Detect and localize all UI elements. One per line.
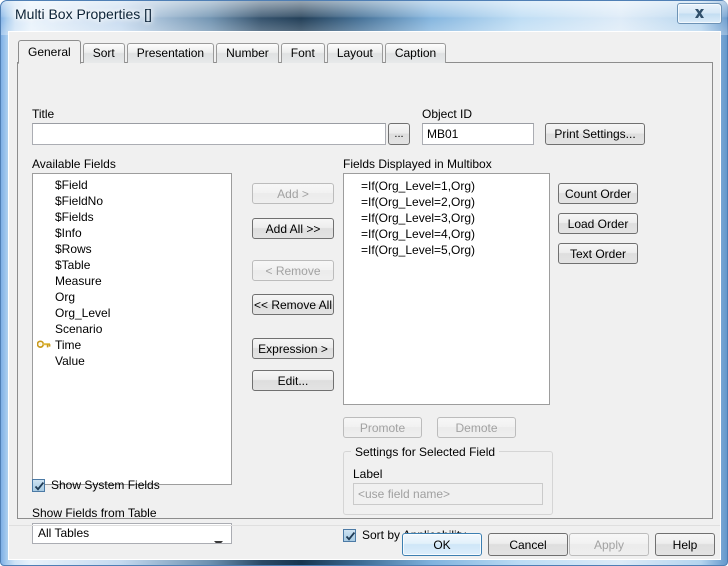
show-fields-from-table-select[interactable]: All Tables [32, 523, 232, 544]
field-label-input[interactable]: <use field name> [353, 483, 543, 505]
add-all-button[interactable]: Add All >> [252, 218, 334, 239]
available-field-name: $Field [55, 178, 88, 192]
help-button[interactable]: Help [655, 533, 715, 556]
available-field-name: Time [55, 338, 82, 352]
checkbox-box [343, 528, 356, 542]
show-system-fields-label: Show System Fields [51, 478, 160, 492]
chevron-down-icon [214, 533, 223, 543]
tab-caption[interactable]: Caption [384, 43, 447, 63]
list-item[interactable]: =If(Org_Level=1,Org) [344, 178, 549, 194]
apply-button[interactable]: Apply [569, 533, 649, 556]
remove-all-button[interactable]: << Remove All [252, 294, 334, 315]
list-item[interactable]: $Fields [33, 209, 231, 225]
ok-button[interactable]: OK [402, 533, 482, 556]
list-item[interactable]: =If(Org_Level=5,Org) [344, 242, 549, 258]
object-id-input[interactable]: MB01 [422, 123, 534, 145]
load-order-button[interactable]: Load Order [558, 213, 638, 234]
dialog-window: Multi Box Properties [] General Sort Pre… [0, 0, 728, 566]
list-item[interactable]: Measure [33, 273, 231, 289]
expression-button[interactable]: Expression > [252, 338, 334, 359]
check-icon [34, 481, 45, 491]
list-item[interactable]: $Info [33, 225, 231, 241]
key-icon [37, 340, 51, 348]
title-label: Title [32, 107, 55, 121]
displayed-fields-label: Fields Displayed in Multibox [343, 157, 492, 171]
add-button[interactable]: Add > [252, 183, 334, 204]
settings-group-title: Settings for Selected Field [351, 445, 500, 459]
print-settings-button[interactable]: Print Settings... [545, 123, 645, 145]
available-field-name: Scenario [55, 322, 103, 336]
available-field-name: $Table [55, 258, 91, 272]
title-input[interactable] [32, 123, 386, 145]
list-item[interactable]: $Field [33, 177, 231, 193]
promote-button[interactable]: Promote [343, 417, 422, 438]
available-field-name: $FieldNo [55, 194, 104, 208]
edit-button[interactable]: Edit... [252, 370, 334, 391]
remove-button[interactable]: < Remove [252, 260, 334, 281]
cancel-button[interactable]: Cancel [488, 533, 568, 556]
available-field-name: $Fields [55, 210, 94, 224]
available-field-name: Org [55, 290, 76, 304]
tab-sort[interactable]: Sort [82, 43, 125, 63]
available-field-name: Measure [55, 274, 102, 288]
dialog-client-area: General Sort Presentation Number Font La… [8, 31, 721, 560]
list-item[interactable]: Org_Level [33, 305, 231, 321]
demote-button[interactable]: Demote [437, 417, 516, 438]
list-item[interactable]: =If(Org_Level=4,Org) [344, 226, 549, 242]
tab-layout[interactable]: Layout [326, 43, 383, 63]
available-fields-label: Available Fields [32, 157, 116, 171]
tab-strip: General Sort Presentation Number Font La… [18, 40, 448, 64]
text-order-button[interactable]: Text Order [558, 243, 638, 264]
show-fields-from-table-label: Show Fields from Table [32, 506, 157, 520]
available-field-name: Org_Level [55, 306, 111, 320]
list-item[interactable]: =If(Org_Level=2,Org) [344, 194, 549, 210]
show-fields-from-table-value: All Tables [38, 526, 90, 540]
available-field-name: $Rows [55, 242, 92, 256]
list-item[interactable]: Org [33, 289, 231, 305]
check-icon [345, 531, 356, 541]
available-field-name: $Info [55, 226, 82, 240]
window-title: Multi Box Properties [] [15, 6, 152, 22]
available-fields-list[interactable]: $Field $FieldNo $Fields $Info $Rows $Table Mea… [32, 173, 232, 485]
object-id-label: Object ID [422, 107, 473, 121]
list-item[interactable]: Value [33, 353, 231, 369]
show-system-fields-checkbox[interactable]: Show System Fields [32, 478, 160, 492]
count-order-button[interactable]: Count Order [558, 183, 638, 204]
tab-presentation[interactable]: Presentation [126, 43, 215, 63]
footer-separator [9, 525, 720, 526]
list-item[interactable]: Time [33, 337, 231, 353]
tab-font[interactable]: Font [280, 43, 325, 63]
field-label-label: Label [353, 467, 383, 481]
tab-general[interactable]: General [18, 40, 81, 64]
tab-number[interactable]: Number [216, 43, 279, 63]
list-item[interactable]: $Rows [33, 241, 231, 257]
displayed-fields-list[interactable]: =If(Org_Level=1,Org) =If(Org_Level=2,Org)… [343, 173, 550, 405]
list-item[interactable]: $FieldNo [33, 193, 231, 209]
close-icon [695, 9, 704, 18]
available-field-name: Value [55, 354, 85, 368]
close-button[interactable] [677, 3, 722, 24]
list-item[interactable]: =If(Org_Level=3,Org) [344, 210, 549, 226]
title-browse-button[interactable]: ... [388, 123, 410, 145]
list-item[interactable]: Scenario [33, 321, 231, 337]
checkbox-box [32, 478, 45, 492]
list-item[interactable]: $Table [33, 257, 231, 273]
general-tab-panel: Title ... Object ID MB01 Print Settings.… [17, 62, 713, 544]
